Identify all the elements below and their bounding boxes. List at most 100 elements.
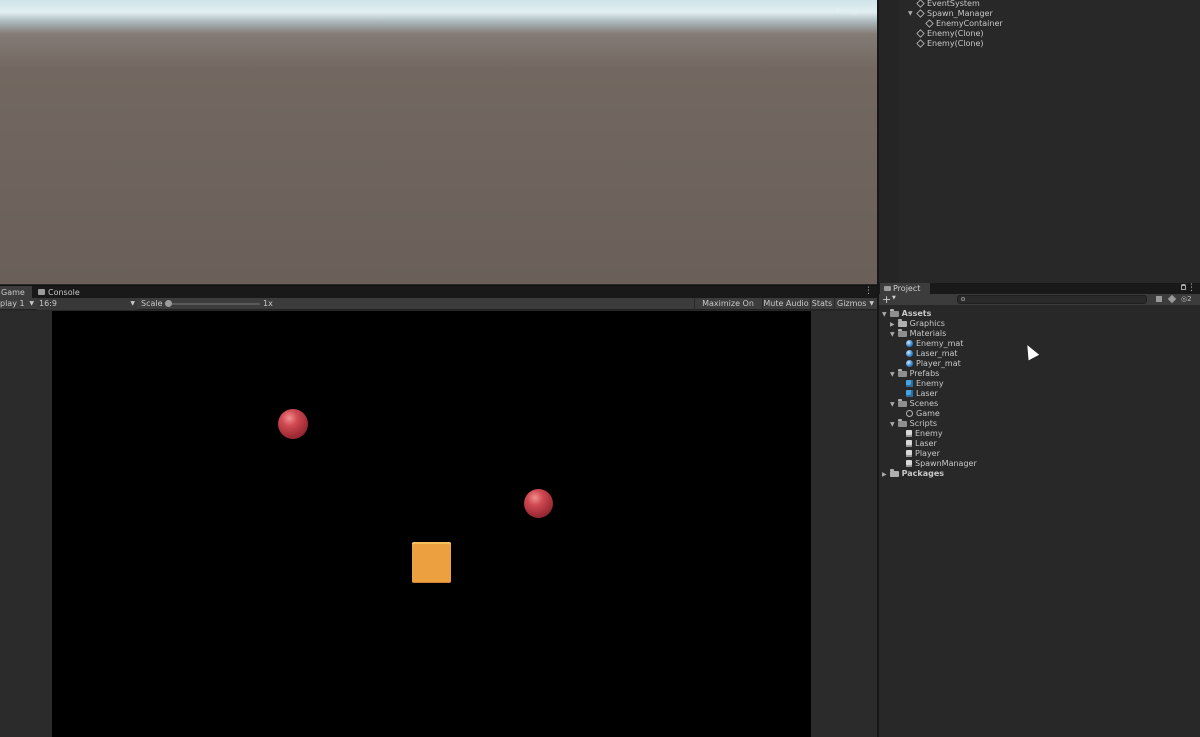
player-cube <box>412 542 451 583</box>
scene-view[interactable]: Persp <box>0 0 877 284</box>
tree-item-laser-mat[interactable]: Laser_mat <box>906 349 958 359</box>
script-icon <box>906 450 912 457</box>
gameobject-icon <box>916 0 925 8</box>
folder-open-icon <box>889 309 899 317</box>
tree-item-scenes[interactable]: ▼ Scenes <box>890 399 938 409</box>
tree-item-assets[interactable]: ▼ Assets <box>882 309 931 319</box>
project-tabbar: Project ⋮ <box>879 283 1200 294</box>
hierarchy-item[interactable]: Enemy(Clone) <box>916 29 984 39</box>
fold-open-icon[interactable]: ▼ <box>890 401 895 408</box>
material-icon <box>906 340 913 347</box>
tree-item-script-player[interactable]: Player <box>906 449 940 459</box>
project-tree: ▼ Assets ▶ Graphics ▼ Materials Enemy_mat L… <box>879 305 1200 737</box>
folder-open-icon <box>897 369 907 377</box>
hierarchy-gutter <box>879 0 899 283</box>
fold-open-icon[interactable]: ▼ <box>890 331 895 338</box>
tab-project-label: Project <box>893 284 921 293</box>
tab-console-label: Console <box>48 288 80 297</box>
aspect-dropdown-label: 16:9 <box>39 299 57 308</box>
aspect-dropdown[interactable]: 16:9 ▼ <box>37 298 137 310</box>
tree-item-scripts[interactable]: ▼ Scripts <box>890 419 937 429</box>
hierarchy-item-label: Enemy(Clone) <box>927 29 984 38</box>
gameobject-icon <box>925 19 934 28</box>
folder-open-icon <box>897 399 907 407</box>
hierarchy-item-label: Spawn_Manager <box>927 9 993 18</box>
console-icon <box>38 289 45 295</box>
tree-item-packages[interactable]: ▶ Packages <box>882 469 944 479</box>
hierarchy-item[interactable]: Enemy(Clone) <box>916 39 984 49</box>
script-icon <box>906 460 912 467</box>
tree-item-label: Materials <box>909 329 947 338</box>
tree-item-label: Game <box>916 409 940 418</box>
tree-item-label: Player_mat <box>916 359 961 368</box>
tree-item-materials[interactable]: ▼ Materials <box>890 329 946 339</box>
hierarchy-item[interactable]: ▼ Spawn_Manager <box>908 9 993 19</box>
folder-open-icon <box>897 419 907 427</box>
fold-open-icon[interactable]: ▼ <box>882 311 887 318</box>
tree-item-label: Scenes <box>909 399 939 408</box>
tree-item-label: Player <box>915 449 940 458</box>
tree-item-label: Laser_mat <box>916 349 958 358</box>
hierarchy-item[interactable]: EventSystem <box>916 0 980 9</box>
scene-icon <box>906 410 913 417</box>
hierarchy-panel: EventSystem ▼ Spawn_Manager EnemyContain… <box>879 0 1200 283</box>
folder-open-icon <box>897 329 907 337</box>
project-toolbar: + ▼ ◎2 <box>879 293 1200 306</box>
hidden-packages-count[interactable]: ◎2 <box>1181 294 1192 305</box>
script-icon <box>906 440 912 447</box>
maximize-on-play-button[interactable]: Maximize On Play <box>694 298 761 320</box>
scale-slider-track[interactable] <box>166 303 260 305</box>
tree-item-label: SpawnManager <box>915 459 977 468</box>
search-icon <box>961 297 965 301</box>
persp-label[interactable]: Persp <box>836 7 858 16</box>
tree-item-script-laser[interactable]: Laser <box>906 439 937 449</box>
kebab-menu-icon[interactable]: ⋮ <box>1187 283 1196 293</box>
tree-item-script-enemy[interactable]: Enemy <box>906 429 943 439</box>
game-viewport[interactable] <box>52 311 811 737</box>
gameobject-icon <box>916 9 925 18</box>
chevron-down-icon: ▼ <box>892 295 896 301</box>
fold-open-icon[interactable]: ▼ <box>890 371 895 378</box>
prefab-icon <box>906 380 913 387</box>
filter-by-label-icon[interactable] <box>1167 294 1177 304</box>
fold-closed-icon[interactable]: ▶ <box>890 321 895 328</box>
scale-value: 1x <box>263 299 273 308</box>
hierarchy-item-label: EnemyContainer <box>936 19 1003 28</box>
tree-item-script-spawnmanager[interactable]: SpawnManager <box>906 459 977 469</box>
tree-item-prefab-enemy[interactable]: Enemy <box>906 379 944 389</box>
fold-open-icon[interactable]: ▼ <box>908 9 913 19</box>
gameobject-icon <box>916 29 925 38</box>
display-dropdown-label: play 1 <box>0 299 25 308</box>
tree-item-player-mat[interactable]: Player_mat <box>906 359 961 369</box>
tree-item-label: Enemy <box>916 379 944 388</box>
scale-slider-thumb[interactable] <box>165 300 172 307</box>
fold-open-icon[interactable]: ▼ <box>890 421 895 428</box>
stats-button[interactable]: Stats <box>810 298 833 310</box>
tree-item-enemy-mat[interactable]: Enemy_mat <box>906 339 963 349</box>
game-tabbar: Game Console ⋮ <box>0 285 877 299</box>
tree-item-label: Graphics <box>909 319 945 328</box>
tree-item-label: Prefabs <box>909 369 940 378</box>
lock-icon[interactable] <box>1181 284 1186 290</box>
mute-audio-button[interactable]: Mute Audio <box>762 298 809 310</box>
gizmos-button[interactable]: Gizmos ▼ <box>834 298 877 310</box>
search-input[interactable] <box>957 295 1147 304</box>
filter-by-type-icon[interactable] <box>1156 296 1162 302</box>
hierarchy-item[interactable]: EnemyContainer <box>925 19 1003 29</box>
chevron-down-icon: ▼ <box>29 300 34 307</box>
display-dropdown[interactable]: play 1 ▼ <box>0 298 36 310</box>
tree-item-graphics[interactable]: ▶ Graphics <box>890 319 945 329</box>
material-icon <box>906 360 913 367</box>
chevron-down-icon: ▼ <box>869 300 874 307</box>
tree-item-label: Enemy <box>915 429 943 438</box>
tree-item-prefabs[interactable]: ▼ Prefabs <box>890 369 939 379</box>
folder-icon <box>889 469 899 477</box>
material-icon <box>906 350 913 357</box>
gameobject-icon <box>916 39 925 48</box>
tree-item-scene-game[interactable]: Game <box>906 409 940 419</box>
tree-item-label: Packages <box>901 469 945 478</box>
kebab-menu-icon[interactable]: ⋮ <box>864 286 873 296</box>
fold-closed-icon[interactable]: ▶ <box>882 471 887 478</box>
hierarchy-item-label: EventSystem <box>927 0 980 8</box>
tree-item-prefab-laser[interactable]: Laser <box>906 389 938 399</box>
